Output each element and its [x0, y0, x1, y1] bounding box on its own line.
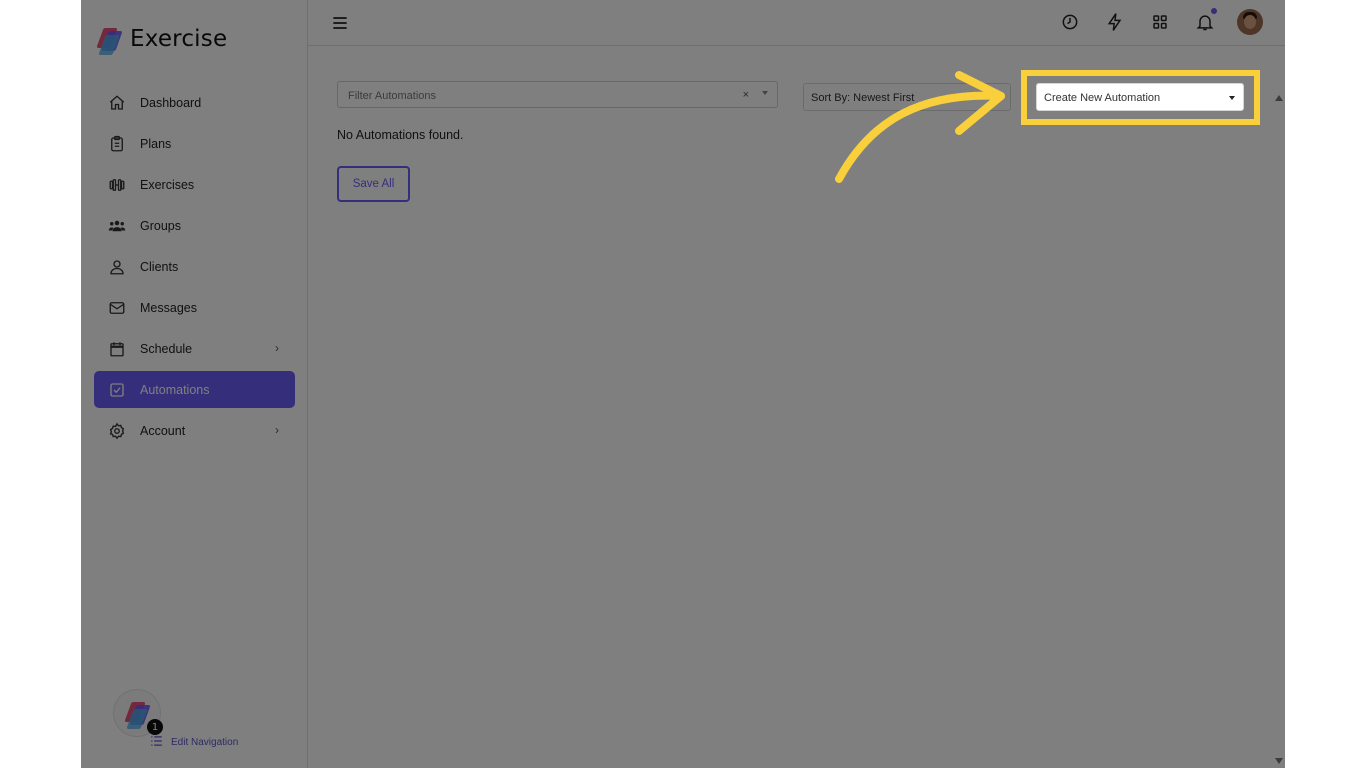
brand-name: Exercise: [130, 26, 228, 52]
hamburger-menu-icon[interactable]: [330, 13, 350, 33]
sidebar-item-account[interactable]: Account ›: [94, 412, 295, 449]
scroll-up-arrow-icon[interactable]: [1275, 95, 1283, 101]
sidebar-item-label: Groups: [140, 218, 181, 233]
sidebar-item-label: Plans: [140, 136, 172, 151]
filter-placeholder: Filter Automations: [348, 90, 437, 102]
filter-automations-select[interactable]: Filter Automations ×: [337, 81, 778, 108]
sidebar-item-plans[interactable]: Plans: [94, 125, 295, 162]
sidebar-item-exercises[interactable]: Exercises: [94, 166, 295, 203]
lightning-icon[interactable]: [1102, 9, 1128, 35]
apps-grid-icon[interactable]: [1147, 9, 1173, 35]
sidebar-item-label: Exercises: [140, 177, 195, 192]
sidebar-item-dashboard[interactable]: Dashboard: [94, 84, 295, 121]
sidebar-item-automations[interactable]: Automations: [94, 371, 295, 408]
sidebar-item-label: Account: [140, 423, 186, 438]
save-all-button[interactable]: Save All: [337, 166, 410, 202]
scroll-down-arrow-icon[interactable]: [1275, 758, 1283, 764]
empty-state-message: No Automations found.: [337, 128, 464, 142]
sidebar-item-label: Messages: [140, 300, 197, 315]
group-icon: [108, 217, 126, 235]
sidebar-item-schedule[interactable]: Schedule ›: [94, 330, 295, 367]
calendar-icon: [108, 340, 126, 358]
bell-icon[interactable]: [1192, 8, 1218, 35]
helper-count-badge: 1: [147, 719, 163, 735]
checkbox-icon: [108, 381, 126, 399]
history-icon[interactable]: [1057, 9, 1083, 35]
caret-down-icon: [762, 91, 768, 95]
gear-icon: [108, 422, 126, 440]
clipboard-icon: [108, 135, 126, 153]
sidebar: Exercise Dashboard Plans Exercises Group…: [81, 0, 308, 768]
sidebar-item-label: Dashboard: [140, 95, 202, 110]
sidebar-item-messages[interactable]: Messages: [94, 289, 295, 326]
sidebar-item-label: Clients: [140, 259, 179, 274]
sort-select[interactable]: Sort By: Newest First: [803, 83, 1011, 111]
caret-down-icon: [996, 96, 1002, 100]
sidebar-item-groups[interactable]: Groups: [94, 207, 295, 244]
create-new-automation-select[interactable]: Create New Automation: [1036, 83, 1244, 111]
brand-logo-icon: [124, 700, 151, 729]
list-icon: [149, 734, 165, 751]
sidebar-nav: Dashboard Plans Exercises Groups Clients…: [94, 84, 295, 453]
chevron-right-icon: ›: [275, 341, 279, 355]
main-content: Filter Automations × Sort By: Newest Fir…: [308, 46, 1285, 768]
sort-label: Sort By: Newest First: [811, 92, 915, 104]
clear-icon[interactable]: ×: [743, 89, 749, 101]
caret-down-icon: [1229, 96, 1235, 100]
brand[interactable]: Exercise: [96, 26, 228, 55]
notification-dot: [1211, 8, 1217, 14]
sidebar-item-clients[interactable]: Clients: [94, 248, 295, 285]
user-icon: [108, 258, 126, 276]
edit-navigation-label: Edit Navigation: [171, 737, 239, 748]
chevron-right-icon: ›: [275, 423, 279, 437]
dumbbell-icon: [108, 176, 126, 194]
topbar: [308, 0, 1285, 46]
app-frame: Exercise Dashboard Plans Exercises Group…: [81, 0, 1285, 768]
create-label: Create New Automation: [1044, 92, 1161, 104]
sidebar-item-label: Automations: [140, 382, 210, 397]
sidebar-item-label: Schedule: [140, 341, 193, 356]
edit-navigation-link[interactable]: Edit Navigation: [149, 734, 238, 751]
home-icon: [108, 94, 126, 112]
topbar-actions: [1038, 8, 1263, 35]
mail-icon: [108, 299, 126, 317]
avatar[interactable]: [1237, 9, 1263, 35]
brand-logo-icon: [96, 26, 123, 55]
